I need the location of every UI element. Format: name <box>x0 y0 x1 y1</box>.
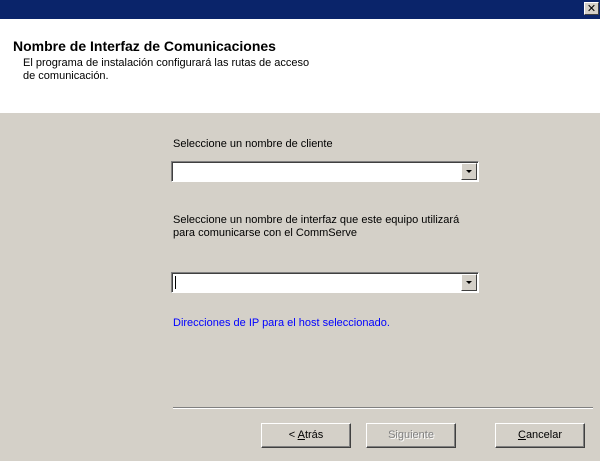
page-title: Nombre de Interfaz de Comunicaciones <box>13 38 276 54</box>
cancel-mnemonic: C <box>517 429 526 441</box>
text-caret <box>175 276 176 289</box>
interface-name-dropdown[interactable] <box>171 272 479 293</box>
interface-name-label: Seleccione un nombre de interfaz que est… <box>173 214 459 240</box>
back-prefix: < <box>288 429 298 441</box>
close-button[interactable]: ✕ <box>584 2 599 15</box>
header-divider <box>0 112 600 113</box>
back-rest: trás <box>304 429 324 441</box>
interface-label-line2: para comunicarse con el CommServe <box>173 227 358 239</box>
next-label: Siguiente <box>388 429 434 441</box>
interface-label-line1: Seleccione un nombre de interfaz que est… <box>173 214 460 226</box>
setup-dialog: ✕ Nombre de Interfaz de Comunicaciones E… <box>0 0 600 461</box>
chevron-down-icon[interactable] <box>461 274 477 291</box>
back-mnemonic: A <box>297 429 305 441</box>
title-bar: ✕ <box>0 0 600 19</box>
client-name-label: Seleccione un nombre de cliente <box>173 138 333 150</box>
button-divider <box>173 407 593 409</box>
page-subtitle: El programa de instalación configurará l… <box>23 57 310 82</box>
ip-addresses-text: Direcciones de IP para el host seleccion… <box>173 317 390 329</box>
cancel-rest: ancelar <box>525 429 563 441</box>
cancel-button[interactable]: Cancelar <box>495 423 585 448</box>
back-button[interactable]: < Atrás <box>261 423 351 448</box>
client-name-dropdown[interactable] <box>171 161 479 182</box>
header-panel: Nombre de Interfaz de Comunicaciones El … <box>0 19 600 113</box>
chevron-down-icon[interactable] <box>461 163 477 180</box>
next-button[interactable]: Siguiente <box>366 423 456 448</box>
close-icon: ✕ <box>586 2 597 15</box>
